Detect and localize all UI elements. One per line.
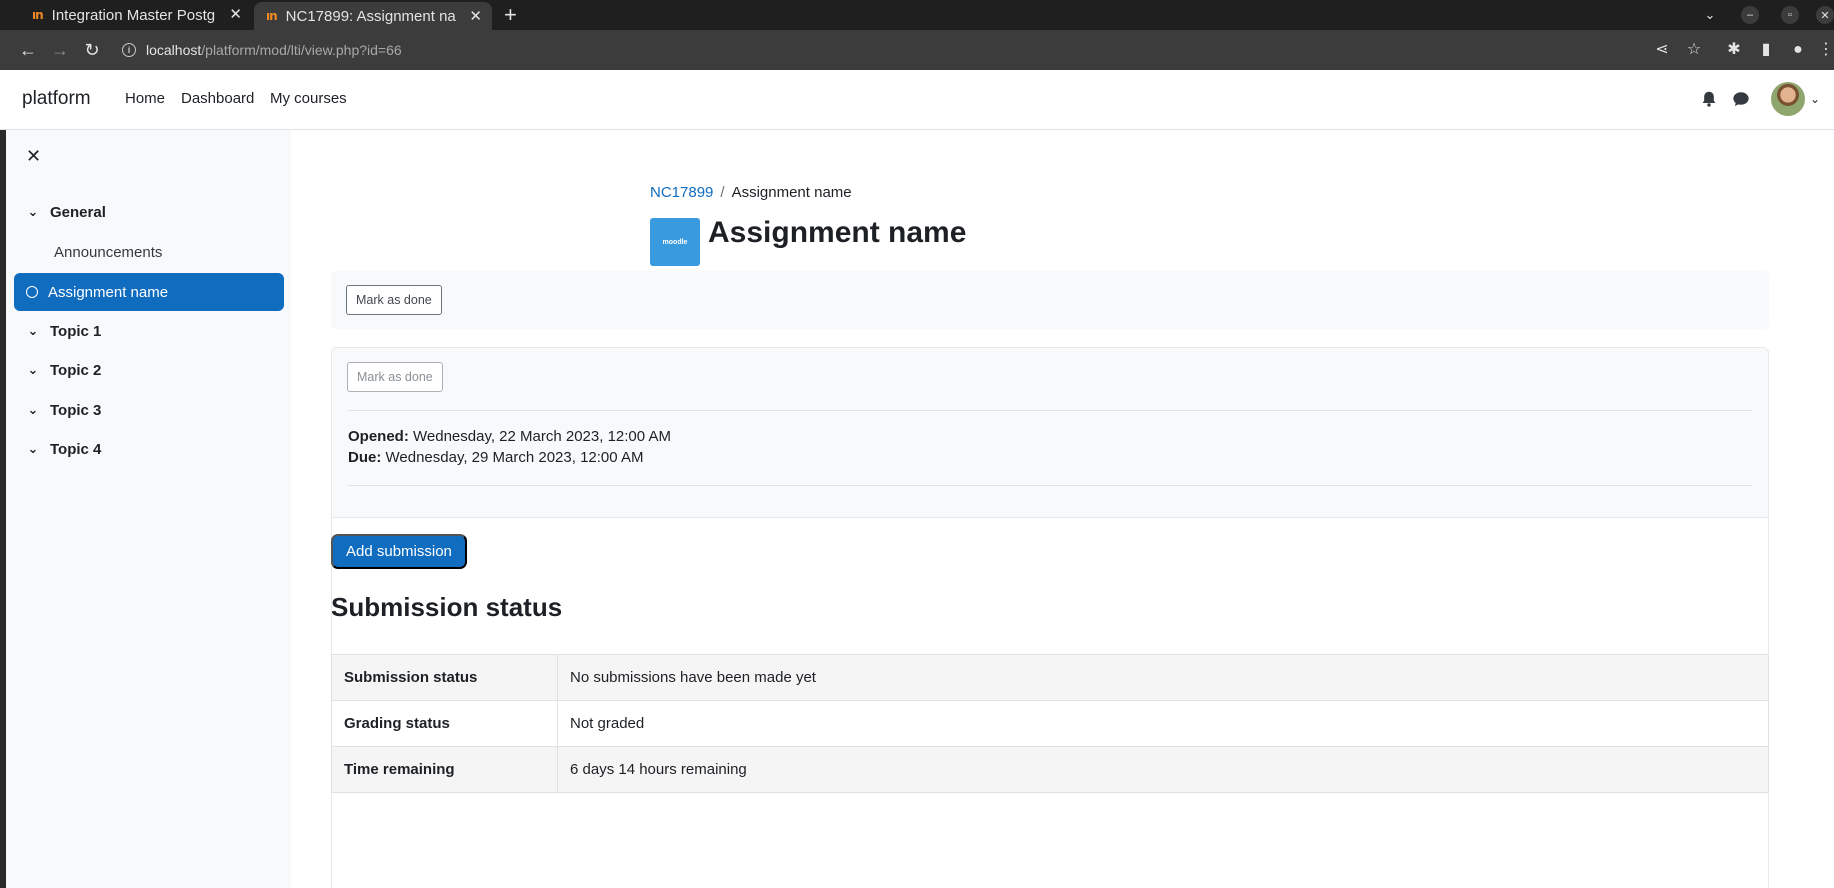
restore-icon[interactable]: ▫ [1778, 0, 1802, 30]
drawer-item-announcements[interactable]: Announcements [14, 233, 284, 271]
page-title: Assignment name [708, 216, 967, 249]
opened-value: Wednesday, 22 March 2023, 12:00 AM [413, 428, 671, 445]
url-path: /platform/mod/lti/view.php?id=66 [201, 42, 402, 58]
due-value: Wednesday, 29 March 2023, 12:00 AM [385, 449, 644, 466]
course-index-drawer: ✕ ⌄ General Announcements Assignment nam… [6, 130, 291, 888]
drawer-section-topic-3[interactable]: ⌄ Topic 3 [14, 391, 284, 429]
add-submission-button[interactable]: Add submission [331, 534, 467, 569]
close-window-icon[interactable]: ✕ [1816, 0, 1834, 30]
browser-tab-bar: ın Integration Master Postg ✕ ın NC17899… [0, 0, 1834, 30]
chevron-down-icon[interactable]: ⌄ [1810, 92, 1820, 106]
reload-icon[interactable]: ↻ [80, 38, 104, 62]
forward-icon[interactable]: → [48, 38, 72, 62]
browser-tab-active[interactable]: ın NC17899: Assignment na ✕ [254, 2, 492, 30]
site-navbar: platform Home Dashboard My courses ⌄ [0, 70, 1834, 130]
browser-address-bar: ← → ↻ i localhost/platform/mod/lti/view.… [0, 30, 1834, 70]
side-panel-icon[interactable]: ▮ [1754, 38, 1778, 62]
site-brand[interactable]: platform [22, 88, 91, 110]
close-drawer-icon[interactable]: ✕ [26, 146, 41, 167]
row-key: Time remaining [331, 746, 558, 793]
row-value: 6 days 14 hours remaining [557, 746, 1769, 793]
opened-label: Opened: [348, 428, 409, 445]
activity-dates-panel: Mark as done Opened: Wednesday, 22 March… [331, 347, 1769, 518]
new-tab-icon[interactable]: + [504, 2, 517, 28]
profile-icon[interactable]: ● [1786, 38, 1810, 62]
breadcrumb-course-link[interactable]: NC17899 [650, 184, 713, 201]
mark-as-done-button[interactable]: Mark as done [346, 285, 442, 315]
table-row: Time remaining 6 days 14 hours remaining [331, 746, 1769, 793]
breadcrumb-separator: / [720, 184, 725, 201]
moodle-favicon-icon: ın [32, 8, 44, 22]
chevron-down-icon[interactable]: ⌄ [24, 204, 42, 220]
submission-status-heading: Submission status [331, 592, 563, 622]
messages-chat-icon[interactable] [1732, 90, 1750, 108]
divider [348, 410, 1752, 411]
user-avatar[interactable] [1771, 82, 1805, 116]
close-tab-icon[interactable]: ✕ [229, 5, 242, 23]
url-field[interactable]: i localhost/platform/mod/lti/view.php?id… [122, 38, 402, 62]
drawer-section-label: General [50, 203, 106, 221]
row-value: No submissions have been made yet [557, 654, 1769, 701]
drawer-section-topic-2[interactable]: ⌄ Topic 2 [14, 351, 284, 389]
chevron-down-icon[interactable]: ⌄ [24, 323, 42, 339]
divider [348, 485, 1752, 486]
due-date: Due: Wednesday, 29 March 2023, 12:00 AM [348, 449, 643, 466]
drawer-section-topic-1[interactable]: ⌄ Topic 1 [14, 312, 284, 350]
drawer-item-label: Announcements [54, 243, 163, 261]
drawer-section-general[interactable]: ⌄ General [14, 193, 284, 231]
table-row: Grading status Not graded [331, 700, 1769, 747]
row-key: Submission status [331, 654, 558, 701]
bookmark-star-icon[interactable]: ☆ [1682, 38, 1706, 62]
tab-search-icon[interactable]: ⌄ [1698, 0, 1722, 30]
drawer-item-assignment[interactable]: Assignment name [14, 273, 284, 311]
submission-status-table: Submission status No submissions have be… [331, 654, 1769, 793]
chevron-down-icon[interactable]: ⌄ [24, 441, 42, 457]
nav-my-courses[interactable]: My courses [270, 90, 347, 107]
chevron-down-icon[interactable]: ⌄ [24, 402, 42, 418]
extensions-icon[interactable]: ✱ [1722, 38, 1746, 62]
breadcrumb: NC17899 / Assignment name [650, 184, 852, 201]
incomplete-circle-icon [26, 286, 38, 298]
breadcrumb-current: Assignment name [731, 184, 852, 201]
activity-completion-bar: Mark as done [331, 271, 1769, 329]
browser-menu-icon[interactable]: ⋮ [1818, 38, 1834, 62]
browser-tab[interactable]: ın Integration Master Postg ✕ [20, 0, 252, 30]
notification-bell-icon[interactable] [1700, 90, 1718, 108]
due-label: Due: [348, 449, 382, 466]
row-value: Not graded [557, 700, 1769, 747]
minimize-icon[interactable]: – [1738, 0, 1762, 30]
tab-title: Integration Master Postg [51, 6, 216, 24]
drawer-section-label: Topic 4 [50, 440, 102, 458]
row-key: Grading status [331, 700, 558, 747]
tab-title: NC17899: Assignment na [285, 7, 456, 25]
chevron-down-icon[interactable]: ⌄ [24, 362, 42, 378]
drawer-section-label: Topic 1 [50, 322, 102, 340]
share-icon[interactable]: ⋖ [1650, 38, 1674, 62]
back-icon[interactable]: ← [16, 38, 40, 62]
nav-dashboard[interactable]: Dashboard [181, 90, 254, 107]
lti-activity-icon: moodle [650, 218, 700, 266]
drawer-section-topic-4[interactable]: ⌄ Topic 4 [14, 430, 284, 468]
close-tab-icon[interactable]: ✕ [469, 7, 482, 25]
opened-date: Opened: Wednesday, 22 March 2023, 12:00 … [348, 428, 671, 445]
drawer-section-label: Topic 3 [50, 401, 102, 419]
url-host: localhost [146, 42, 202, 58]
moodle-favicon-icon: ın [266, 9, 278, 23]
mark-as-done-button-secondary[interactable]: Mark as done [347, 362, 443, 392]
drawer-section-label: Topic 2 [50, 361, 102, 379]
table-row: Submission status No submissions have be… [331, 654, 1769, 701]
drawer-item-label: Assignment name [48, 283, 169, 301]
site-info-icon[interactable]: i [122, 43, 136, 57]
nav-home[interactable]: Home [125, 90, 165, 107]
